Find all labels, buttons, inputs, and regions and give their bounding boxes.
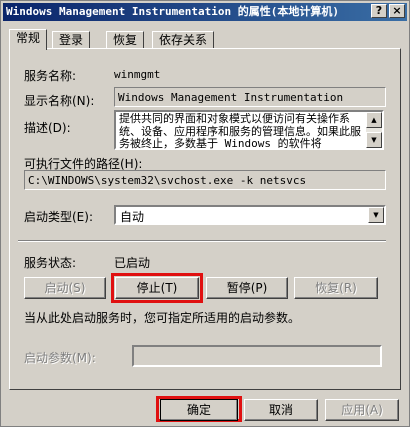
service-name-value: winmgmt xyxy=(114,68,161,81)
description-text: 提供共同的界面和对象模式以便访问有关操作系统、设备、应用程序和服务的管理信息。如… xyxy=(119,113,361,149)
pause-button[interactable]: 暂停(P) xyxy=(206,277,288,299)
start-button[interactable]: 启动(S) xyxy=(24,277,106,299)
window-title: Windows Management Instrumentation 的属性(本… xyxy=(6,5,340,18)
description-label: 描述(D): xyxy=(24,121,71,135)
path-value: C:\WINDOWS\system32\svchost.exe -k netsv… xyxy=(28,174,307,187)
general-panel: 服务名称: winmgmt 显示名称(N): Windows Managemen… xyxy=(9,48,401,390)
scroll-up-icon[interactable]: ▲ xyxy=(366,112,382,128)
help-button[interactable]: ? xyxy=(371,4,387,18)
ok-button[interactable]: 确定 xyxy=(160,399,238,421)
tab-logon[interactable]: 登录 xyxy=(52,31,91,49)
resume-button[interactable]: 恢复(R) xyxy=(294,277,378,299)
stop-button[interactable]: 停止(T) xyxy=(115,277,199,299)
service-name-label: 服务名称: xyxy=(24,69,77,83)
tab-recovery[interactable]: 恢复 xyxy=(106,31,145,49)
display-name-value: Windows Management Instrumentation xyxy=(118,91,344,104)
display-name-field[interactable]: Windows Management Instrumentation xyxy=(114,87,386,107)
start-params-input[interactable] xyxy=(132,345,382,367)
divider xyxy=(18,240,386,242)
tab-general[interactable]: 常规 xyxy=(9,29,48,50)
properties-dialog: Windows Management Instrumentation 的属性(本… xyxy=(0,0,410,427)
title-bar[interactable]: Windows Management Instrumentation 的属性(本… xyxy=(3,3,407,21)
params-label: 启动参数(M): xyxy=(24,351,96,365)
path-field[interactable]: C:\WINDOWS\system32\svchost.exe -k netsv… xyxy=(24,170,386,190)
params-hint: 当从此处启动服务时，您可指定所适用的启动参数。 xyxy=(24,311,301,325)
chevron-down-icon[interactable]: ▼ xyxy=(368,207,384,223)
description-box[interactable]: 提供共同的界面和对象模式以便访问有关操作系统、设备、应用程序和服务的管理信息。如… xyxy=(114,110,384,150)
startup-type-select[interactable]: 自动 ▼ xyxy=(114,205,386,225)
close-button[interactable]: × xyxy=(389,4,405,18)
cancel-button[interactable]: 取消 xyxy=(244,399,318,421)
tab-dependencies[interactable]: 依存关系 xyxy=(152,31,215,49)
service-status-value: 已启动 xyxy=(114,256,151,270)
startup-type-label: 启动类型(E): xyxy=(24,210,93,224)
description-scrollbar[interactable]: ▲ ▼ xyxy=(366,112,382,148)
service-status-label: 服务状态: xyxy=(24,256,77,270)
apply-button[interactable]: 应用(A) xyxy=(325,399,399,421)
startup-type-value: 自动 xyxy=(120,210,145,224)
display-name-label: 显示名称(N): xyxy=(24,94,95,108)
scroll-down-icon[interactable]: ▼ xyxy=(366,132,382,148)
